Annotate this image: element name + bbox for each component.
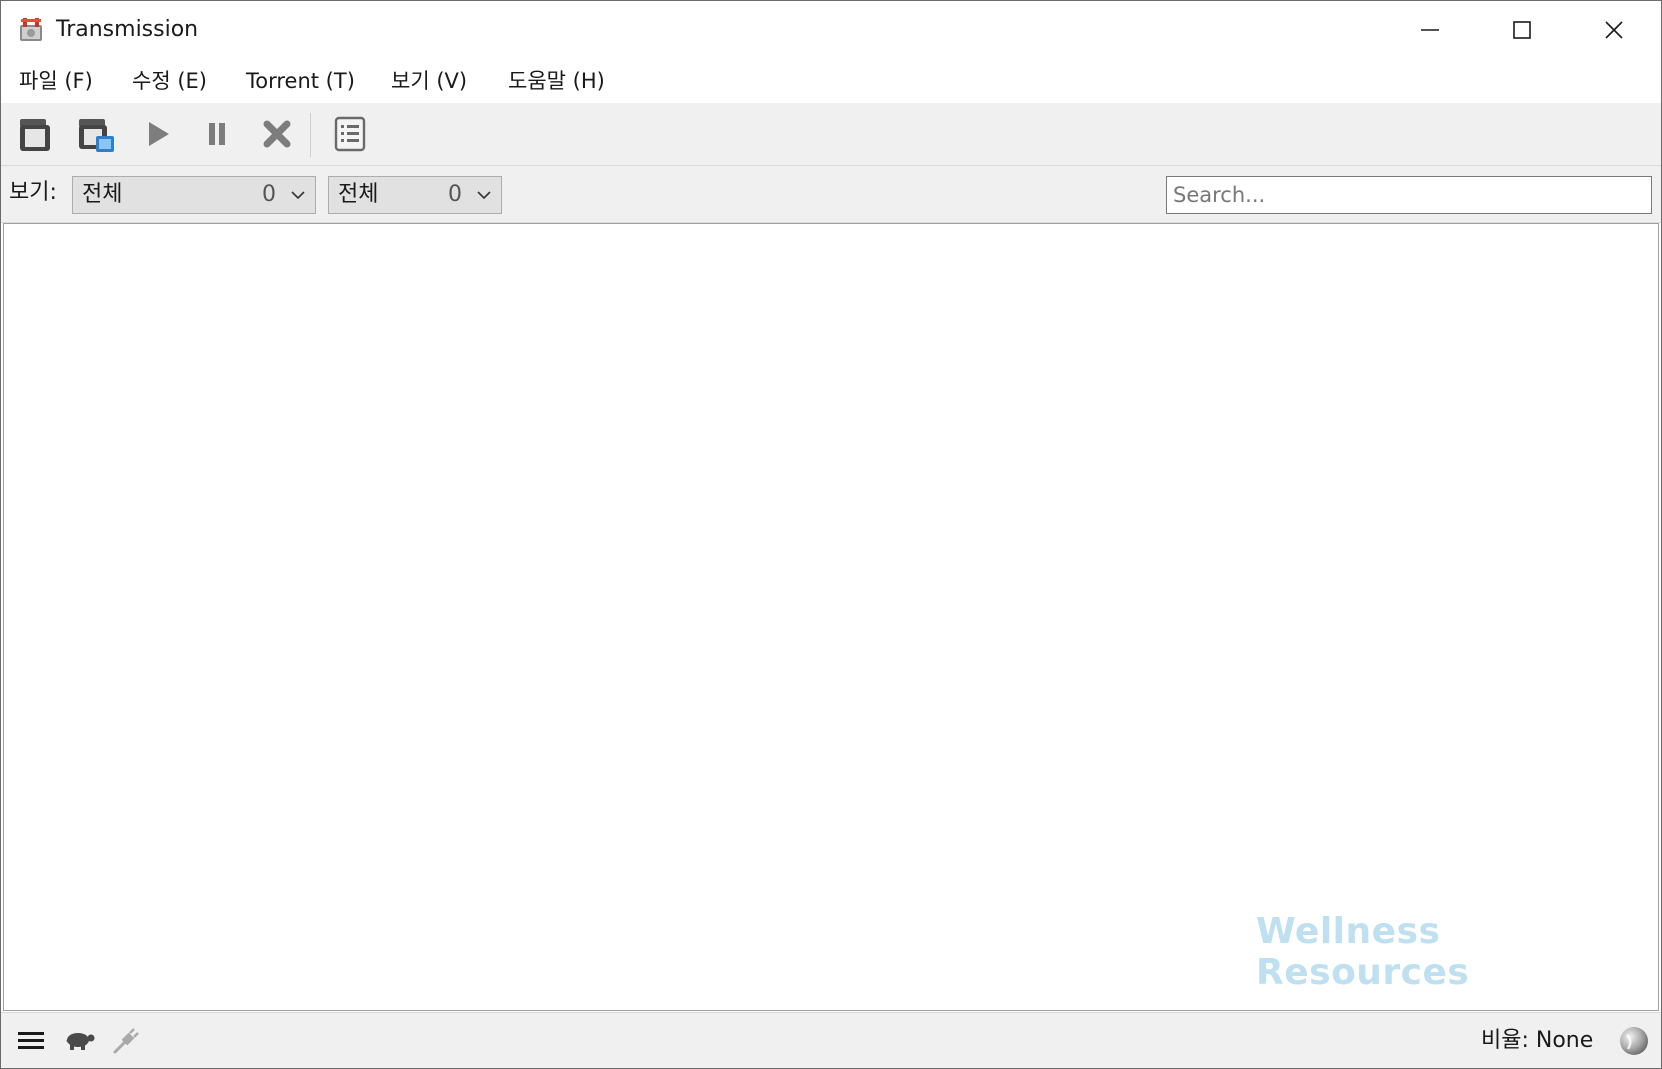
open-url-icon [79, 119, 114, 152]
pause-icon [209, 123, 225, 145]
transmission-app-icon [20, 18, 42, 41]
start-icon [149, 122, 169, 146]
maximize-button[interactable] [1476, 1, 1568, 59]
menu-torrent[interactable]: Torrent (T) [244, 65, 357, 97]
close-button[interactable] [1568, 1, 1660, 59]
open-torrent-button[interactable] [12, 111, 58, 157]
activity-filter-combo[interactable]: 전체 0 [72, 176, 316, 214]
menu-bar: 파일 (F) 수정 (E) Torrent (T) 보기 (V) 도움말 (H) [1, 59, 1661, 103]
maximize-icon [1513, 21, 1531, 39]
toolbar [1, 103, 1661, 166]
chevron-down-icon [291, 191, 305, 200]
speed-limit-button[interactable] [64, 1025, 96, 1057]
turtle-icon [66, 1033, 95, 1050]
menu-edit[interactable]: 수정 (E) [130, 65, 209, 97]
start-button[interactable] [134, 111, 180, 157]
search-input[interactable] [1166, 176, 1652, 214]
tracker-filter-count: 0 [448, 182, 462, 207]
menu-help[interactable]: 도움말 (H) [506, 65, 607, 97]
menu-view[interactable]: 보기 (V) [389, 65, 469, 97]
hamburger-menu-icon [18, 1032, 44, 1049]
remove-icon [263, 120, 291, 148]
activity-filter-value: 전체 [82, 182, 123, 207]
torrent-list[interactable] [3, 223, 1659, 1011]
tracker-filter-combo[interactable]: 전체 0 [328, 176, 502, 214]
main-window: Transmission 파일 (F) 수정 (E) Torrent (T) 보… [0, 0, 1662, 1069]
minimize-icon [1421, 29, 1439, 31]
connection-status-button[interactable] [110, 1025, 142, 1057]
ratio-status: 비율: None [1481, 1028, 1594, 1053]
pause-button[interactable] [194, 111, 240, 157]
status-bar: 비율: None [1, 1012, 1661, 1068]
properties-button[interactable] [327, 111, 373, 157]
open-url-button[interactable] [73, 111, 119, 157]
filter-bar: 보기: 전체 0 전체 0 [1, 166, 1661, 223]
filter-label: 보기: [9, 180, 57, 205]
statistics-button[interactable] [1618, 1025, 1650, 1057]
ratio-globe-icon [1620, 1027, 1648, 1055]
chevron-down-icon [477, 191, 491, 200]
minimize-button[interactable] [1384, 1, 1476, 59]
open-torrent-icon [20, 119, 50, 151]
watermark-text: Wellness Resources [1256, 911, 1470, 993]
plug-icon [113, 1028, 139, 1054]
title-bar: Transmission [1, 1, 1661, 59]
window-title: Transmission [56, 17, 199, 42]
activity-filter-count: 0 [262, 182, 276, 207]
toolbar-separator [310, 113, 311, 157]
options-menu-button[interactable] [15, 1025, 47, 1057]
close-icon [1605, 21, 1623, 39]
remove-button[interactable] [254, 111, 300, 157]
tracker-filter-value: 전체 [338, 182, 379, 207]
properties-icon [334, 116, 366, 152]
menu-file[interactable]: 파일 (F) [17, 65, 95, 97]
